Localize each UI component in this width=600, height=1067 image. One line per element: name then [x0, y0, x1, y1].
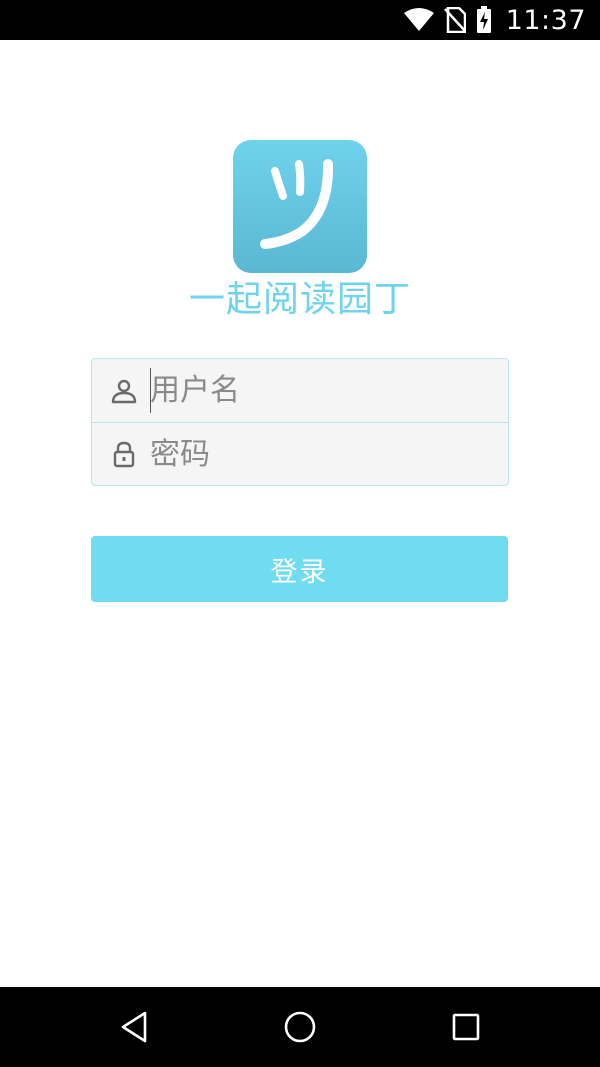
status-bar: 11:37 — [0, 0, 600, 40]
password-input[interactable] — [150, 423, 490, 485]
nav-back-button[interactable] — [94, 987, 174, 1067]
nav-home-button[interactable] — [260, 987, 340, 1067]
no-sim-icon — [443, 7, 466, 33]
username-input[interactable] — [150, 359, 490, 422]
user-icon — [111, 379, 137, 403]
wifi-icon — [403, 8, 434, 31]
home-icon — [284, 1011, 316, 1043]
navigation-bar — [0, 987, 600, 1067]
app-logo-icon — [233, 140, 367, 273]
text-cursor — [150, 368, 151, 413]
login-form — [91, 358, 509, 486]
nav-recents-button[interactable] — [426, 987, 506, 1067]
battery-charging-icon — [476, 6, 491, 33]
app-name: 一起阅读园丁 — [188, 279, 411, 320]
username-row — [92, 359, 508, 423]
status-time: 11:37 — [505, 4, 586, 36]
status-icons: 11:37 — [403, 0, 586, 40]
recents-icon — [452, 1013, 480, 1041]
login-button[interactable]: 登录 — [91, 536, 508, 602]
lock-icon — [113, 441, 135, 468]
back-icon — [121, 1011, 147, 1043]
app-logo-mark — [260, 159, 334, 249]
password-row — [92, 423, 508, 485]
